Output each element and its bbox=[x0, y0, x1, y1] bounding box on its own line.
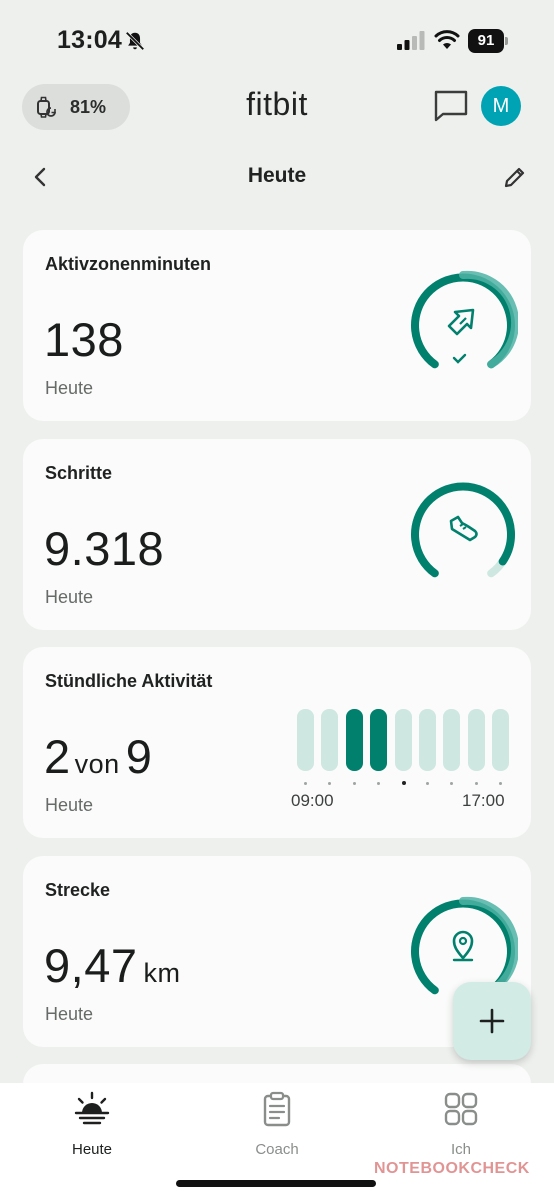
nav-item-coach[interactable]: Coach bbox=[217, 1091, 337, 1158]
battery-nub bbox=[505, 37, 508, 45]
start-hour-label: 09:00 bbox=[291, 791, 334, 810]
grid-icon bbox=[444, 1092, 478, 1126]
nav-item-today[interactable]: Heute bbox=[32, 1091, 152, 1158]
nav-item-me[interactable]: Ich bbox=[401, 1091, 521, 1158]
status-bar: 13:04 91 bbox=[0, 0, 554, 80]
card-value: 2 von 9 bbox=[44, 729, 152, 784]
cell-signal-icon bbox=[397, 31, 425, 50]
card-subtitle: Heute bbox=[45, 1004, 94, 1024]
card-steps[interactable]: Schritte 9.318 Heute bbox=[23, 439, 531, 630]
hour-tick bbox=[450, 782, 454, 785]
home-indicator bbox=[176, 1180, 376, 1187]
hour-tick bbox=[352, 782, 356, 785]
hour-bar bbox=[492, 709, 510, 771]
hour-bar bbox=[297, 709, 314, 771]
card-title: Schritte bbox=[45, 463, 113, 483]
plus-icon bbox=[479, 1008, 505, 1034]
hour-bar bbox=[370, 709, 388, 771]
hour-bar bbox=[321, 709, 339, 771]
hour-tick bbox=[474, 782, 478, 785]
hour-tick bbox=[377, 782, 381, 785]
wifi-icon bbox=[434, 30, 460, 49]
hour-bar bbox=[419, 709, 436, 771]
hour-tick bbox=[426, 782, 429, 785]
nav-label: Coach bbox=[255, 1141, 299, 1158]
card-title: Strecke bbox=[45, 880, 111, 900]
add-button[interactable] bbox=[453, 982, 531, 1060]
card-title: Aktivzonenminuten bbox=[45, 254, 212, 274]
hour-bar bbox=[467, 709, 485, 771]
message-icon[interactable] bbox=[432, 88, 470, 124]
status-time: 13:04 bbox=[57, 26, 122, 54]
steps-ring bbox=[411, 482, 515, 578]
hour-tick bbox=[328, 782, 332, 785]
map-pin-icon bbox=[452, 930, 474, 962]
card-title: Stündliche Aktivität bbox=[45, 671, 213, 691]
pencil-icon[interactable] bbox=[502, 164, 528, 190]
card-hourly-activity[interactable]: Stündliche Aktivität 2 von 9 Heute 09:00 1… bbox=[23, 647, 531, 838]
hour-tick bbox=[499, 782, 503, 785]
page-title: Heute bbox=[247, 164, 307, 187]
nav-label: Ich bbox=[450, 1141, 471, 1158]
nav-label: Heute bbox=[71, 1141, 113, 1158]
end-hour-label: 17:00 bbox=[462, 791, 505, 810]
hour-bar bbox=[394, 709, 412, 771]
current-hour-marker bbox=[401, 781, 406, 785]
distance-value: 9,47 bbox=[44, 939, 138, 992]
zone-minutes-ring bbox=[411, 270, 518, 369]
battery-indicator: 91 bbox=[468, 29, 510, 53]
zone-arrow-icon bbox=[447, 308, 475, 336]
card-subtitle: Heute bbox=[45, 587, 94, 607]
avatar[interactable]: M bbox=[481, 86, 521, 126]
hours-total: 9 bbox=[125, 730, 153, 783]
card-subtitle: Heute bbox=[45, 378, 94, 398]
hourly-activity-chart: 09:00 17:00 bbox=[291, 707, 513, 817]
hour-bar bbox=[443, 709, 461, 771]
hour-tick bbox=[304, 782, 307, 785]
watermark: NOTEBOOKCHECK bbox=[374, 1160, 530, 1177]
hours-separator: von bbox=[74, 749, 120, 779]
battery-level: 91 bbox=[468, 29, 504, 53]
goal-check-icon bbox=[452, 353, 467, 364]
card-value: 138 bbox=[44, 313, 124, 366]
brand-logo: fitbit bbox=[246, 86, 308, 122]
sunrise-icon bbox=[74, 1091, 110, 1125]
hour-bar bbox=[345, 709, 363, 771]
distance-unit: km bbox=[143, 958, 181, 988]
bell-muted-icon bbox=[125, 31, 145, 51]
clipboard-icon bbox=[263, 1091, 291, 1127]
card-active-zone-minutes[interactable]: Aktivzonenminuten 138 Heute bbox=[23, 230, 531, 421]
card-value: 9.318 bbox=[44, 522, 165, 575]
hours-met: 2 bbox=[44, 730, 71, 783]
card-value: 9,47 km bbox=[44, 938, 180, 993]
card-subtitle: Heute bbox=[45, 795, 94, 815]
shoe-icon bbox=[449, 515, 478, 542]
